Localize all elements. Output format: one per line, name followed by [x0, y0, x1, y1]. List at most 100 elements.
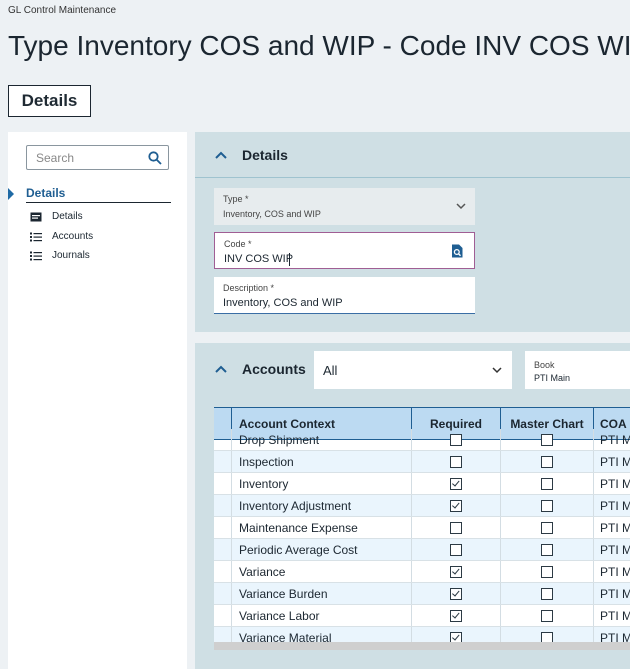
- master-chart-checkbox[interactable]: [541, 543, 553, 556]
- row-selector[interactable]: [214, 451, 232, 472]
- row-selector[interactable]: [214, 583, 232, 604]
- row-selector[interactable]: [214, 561, 232, 582]
- details-panel: Details Type * Inventory, COS and WIP Co…: [195, 132, 630, 332]
- sidebar-item-label: Details: [52, 211, 83, 222]
- caret-right-icon: [8, 188, 14, 200]
- accounts-filter-select[interactable]: All: [314, 351, 512, 389]
- page-title: Type Inventory COS and WIP - Code INV CO…: [8, 30, 630, 61]
- required-checkbox[interactable]: [450, 609, 462, 622]
- required-cell: [412, 473, 501, 494]
- search-icon[interactable]: [148, 151, 162, 165]
- coa-cell: PTI Ma: [600, 432, 630, 447]
- master-chart-checkbox[interactable]: [541, 433, 553, 446]
- coa-cell: PTI Ma: [600, 498, 630, 513]
- master-chart-checkbox[interactable]: [541, 609, 553, 622]
- coa-cell: PTI Ma: [600, 520, 630, 535]
- required-checkbox[interactable]: [450, 521, 462, 534]
- coa-cell: PTI Ma: [600, 476, 630, 491]
- account-context-cell: Maintenance Expense: [232, 517, 412, 538]
- chevron-down-icon: [456, 203, 466, 210]
- table-row[interactable]: Inventory PTI Ma: [214, 473, 630, 495]
- code-label: Code *: [224, 239, 252, 249]
- horizontal-scrollbar[interactable]: [214, 642, 630, 650]
- search-input[interactable]: [27, 149, 148, 166]
- details-panel-header: Details: [195, 132, 630, 178]
- coa-cell: PTI Ma: [600, 564, 630, 579]
- sidebar-item-journals[interactable]: Journals: [30, 250, 90, 261]
- required-cell: [412, 495, 501, 516]
- description-value: Inventory, COS and WIP: [223, 297, 343, 309]
- code-value: INV COS WIP: [224, 253, 294, 265]
- accounts-panel: Accounts All Book PTI Main Account Conte…: [195, 343, 630, 669]
- master-chart-cell: [501, 517, 594, 538]
- master-chart-cell: [501, 451, 594, 472]
- list-icon: [30, 232, 42, 241]
- required-cell: [412, 605, 501, 626]
- table-row[interactable]: Variance Burden PTI Ma: [214, 583, 630, 605]
- required-checkbox[interactable]: [450, 565, 462, 578]
- row-selector[interactable]: [214, 517, 232, 538]
- required-checkbox[interactable]: [450, 433, 462, 446]
- master-chart-cell: [501, 583, 594, 604]
- table-row[interactable]: Drop Shipment PTI Ma: [214, 429, 630, 451]
- required-checkbox[interactable]: [450, 543, 462, 556]
- row-selector[interactable]: [214, 539, 232, 560]
- details-panel-title: Details: [242, 147, 288, 163]
- master-chart-cell: [501, 429, 594, 450]
- table-row[interactable]: Periodic Average Cost PTI Ma: [214, 539, 630, 561]
- chevron-down-icon: [492, 367, 502, 374]
- accounts-panel-title: Accounts: [242, 361, 306, 377]
- account-context-cell: Inventory: [232, 473, 412, 494]
- table-row[interactable]: Inventory Adjustment PTI Ma: [214, 495, 630, 517]
- type-label: Type *: [223, 194, 249, 204]
- master-chart-checkbox[interactable]: [541, 455, 553, 468]
- master-chart-cell: [501, 605, 594, 626]
- required-cell: [412, 451, 501, 472]
- sidebar-item-details[interactable]: Details: [30, 211, 83, 222]
- sidebar: Details Details Accounts Journals: [8, 132, 187, 669]
- sidebar-item-label: Accounts: [52, 231, 94, 242]
- master-chart-checkbox[interactable]: [541, 499, 553, 512]
- coa-cell: PTI Ma: [600, 542, 630, 557]
- coa-cell: PTI Ma: [600, 608, 630, 623]
- book-select[interactable]: Book PTI Main: [525, 351, 630, 389]
- master-chart-cell: [501, 539, 594, 560]
- divider: [26, 202, 171, 203]
- master-chart-checkbox[interactable]: [541, 521, 553, 534]
- table-row[interactable]: Variance PTI Ma: [214, 561, 630, 583]
- table-row[interactable]: Inspection PTI Ma: [214, 451, 630, 473]
- list-icon: [30, 251, 42, 260]
- description-label: Description *: [223, 283, 275, 293]
- chevron-up-icon[interactable]: [215, 151, 227, 159]
- account-context-cell: Inventory Adjustment: [232, 495, 412, 516]
- table-row[interactable]: Variance Labor PTI Ma: [214, 605, 630, 627]
- accounts-table: Account Context Required Master Chart CO…: [214, 407, 630, 650]
- search-box: [26, 145, 169, 170]
- type-field[interactable]: Type * Inventory, COS and WIP: [214, 188, 475, 225]
- row-selector[interactable]: [214, 495, 232, 516]
- row-selector[interactable]: [214, 605, 232, 626]
- required-checkbox[interactable]: [450, 499, 462, 512]
- required-checkbox[interactable]: [450, 477, 462, 490]
- master-chart-cell: [501, 473, 594, 494]
- master-chart-checkbox[interactable]: [541, 587, 553, 600]
- chevron-up-icon[interactable]: [215, 365, 227, 373]
- row-selector[interactable]: [214, 429, 232, 450]
- document-search-icon[interactable]: [451, 244, 463, 258]
- account-context-cell: Variance Labor: [232, 605, 412, 626]
- row-selector[interactable]: [214, 473, 232, 494]
- description-field[interactable]: Description * Inventory, COS and WIP: [214, 277, 475, 314]
- filter-value: All: [323, 363, 338, 378]
- required-cell: [412, 583, 501, 604]
- master-chart-checkbox[interactable]: [541, 565, 553, 578]
- sidebar-section-details[interactable]: Details: [26, 186, 65, 200]
- required-checkbox[interactable]: [450, 455, 462, 468]
- sidebar-item-accounts[interactable]: Accounts: [30, 231, 93, 242]
- details-header-button[interactable]: Details: [8, 85, 91, 117]
- account-context-cell: Variance: [232, 561, 412, 582]
- required-checkbox[interactable]: [450, 587, 462, 600]
- required-cell: [412, 539, 501, 560]
- code-field[interactable]: Code * INV COS WIP: [214, 232, 475, 269]
- master-chart-checkbox[interactable]: [541, 477, 553, 490]
- table-row[interactable]: Maintenance Expense PTI Ma: [214, 517, 630, 539]
